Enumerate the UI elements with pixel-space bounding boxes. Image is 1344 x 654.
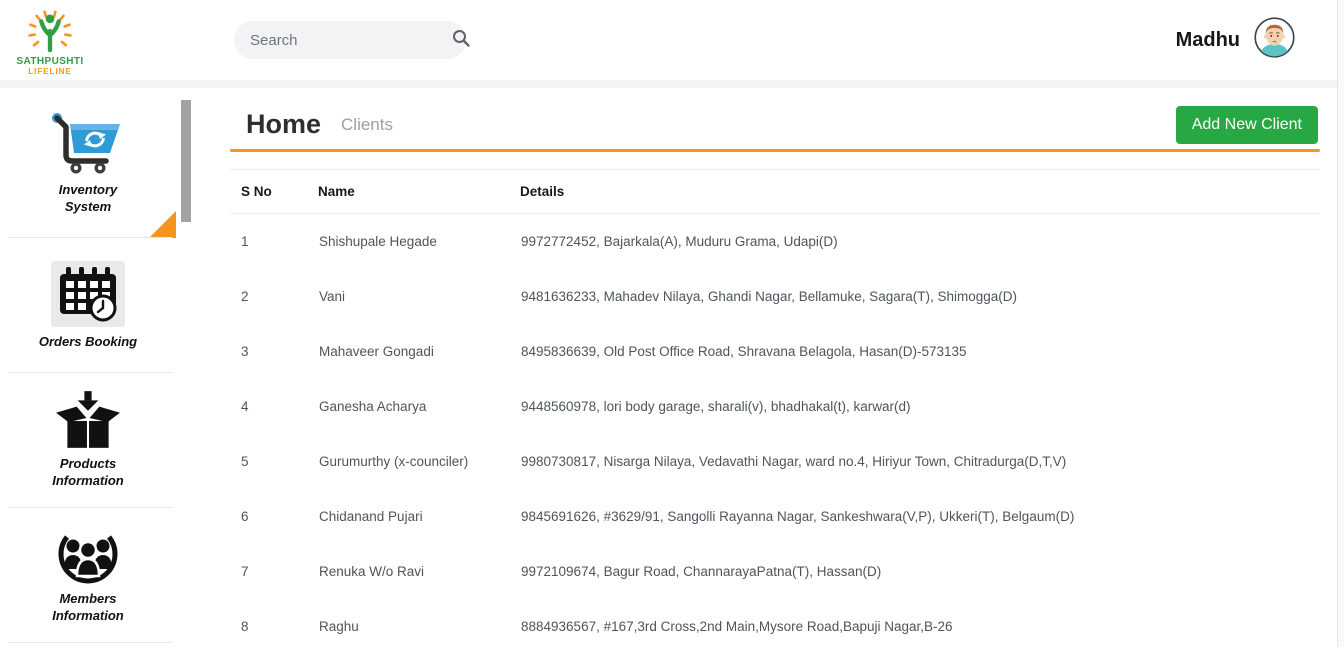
cell-details: 9980730817, Nisarga Nilaya, Vedavathi Na…	[520, 434, 1320, 489]
search-icon[interactable]	[451, 28, 471, 53]
cell-name: Vani	[318, 269, 520, 324]
cell-details: 9972772452, Bajarkala(A), Muduru Grama, …	[520, 214, 1320, 269]
cell-sno: 2	[230, 269, 318, 324]
page: SATHPUSHTI LIFELINE Madhu	[0, 0, 1344, 647]
cell-sno: 5	[230, 434, 318, 489]
add-new-client-button[interactable]: Add New Client	[1176, 106, 1318, 144]
cell-name: Raghu	[318, 599, 520, 654]
clients-table: S NoNameDetails 1Shishupale Hegade997277…	[230, 169, 1320, 654]
search-bar[interactable]	[234, 21, 466, 59]
sidebar: Inventory System	[0, 88, 176, 647]
sidebar-scrollbar-thumb[interactable]	[181, 100, 191, 222]
main-content: Home Clients Add New Client S NoNameDeta…	[230, 88, 1320, 647]
breadcrumb-clients: Clients	[341, 115, 393, 135]
cell-details: 8884936567, #167,3rd Cross,2nd Main,Myso…	[520, 599, 1320, 654]
cell-details: 9448560978, lori body garage, sharali(v)…	[520, 379, 1320, 434]
table-row[interactable]: 6Chidanand Pujari9845691626, #3629/91, S…	[230, 489, 1320, 544]
inventory-cart-icon	[49, 111, 127, 175]
logo-subtitle: LIFELINE	[28, 67, 72, 76]
cell-name: Mahaveer Gongadi	[318, 324, 520, 379]
sidebar-item-members-information[interactable]: Members Information	[0, 508, 176, 643]
cell-details: 9972109674, Bagur Road, ChannarayaPatna(…	[520, 544, 1320, 599]
products-box-icon	[55, 391, 121, 449]
page-scrollbar[interactable]	[1337, 0, 1344, 647]
cell-name: Chidanand Pujari	[318, 489, 520, 544]
clients-table-body: 1Shishupale Hegade9972772452, Bajarkala(…	[230, 214, 1320, 654]
cell-details: 9845691626, #3629/91, Sangolli Rayanna N…	[520, 489, 1320, 544]
cell-sno: 3	[230, 324, 318, 379]
topbar-divider	[0, 80, 1344, 88]
header-accent-line	[230, 149, 1320, 152]
orders-calendar-icon	[51, 261, 125, 327]
members-group-icon	[55, 526, 121, 584]
table-row[interactable]: 5Gurumurthy (x-counciler)9980730817, Nis…	[230, 434, 1320, 489]
table-row[interactable]: 4Ganesha Acharya9448560978, lori body ga…	[230, 379, 1320, 434]
table-row[interactable]: 3Mahaveer Gongadi8495836639, Old Post Of…	[230, 324, 1320, 379]
cell-name: Ganesha Acharya	[318, 379, 520, 434]
sidebar-item-label: Members Information	[36, 591, 140, 625]
logo-title: SATHPUSHTI	[16, 56, 83, 67]
cell-name: Renuka W/o Ravi	[318, 544, 520, 599]
cell-details: 8495836639, Old Post Office Road, Shrava…	[520, 324, 1320, 379]
table-row[interactable]: 7Renuka W/o Ravi9972109674, Bagur Road, …	[230, 544, 1320, 599]
sidebar-item-inventory-system[interactable]: Inventory System	[0, 88, 176, 238]
search-input[interactable]	[248, 31, 451, 50]
sidebar-item-label: Products Information	[36, 456, 140, 490]
page-title: Home	[246, 109, 321, 140]
cell-name: Shishupale Hegade	[318, 214, 520, 269]
cell-details: 9481636233, Mahadev Nilaya, Ghandi Nagar…	[520, 269, 1320, 324]
user-name: Madhu	[1176, 29, 1240, 52]
table-row[interactable]: 2Vani9481636233, Mahadev Nilaya, Ghandi …	[230, 269, 1320, 324]
column-header-details: Details	[520, 170, 1320, 214]
table-row[interactable]: 1Shishupale Hegade9972772452, Bajarkala(…	[230, 214, 1320, 269]
topbar: SATHPUSHTI LIFELINE Madhu	[0, 0, 1344, 80]
sidebar-item-label: Orders Booking	[36, 334, 140, 351]
table-row[interactable]: 8Raghu8884936567, #167,3rd Cross,2nd Mai…	[230, 599, 1320, 654]
cell-sno: 6	[230, 489, 318, 544]
app-logo: SATHPUSHTI LIFELINE	[0, 5, 100, 76]
cell-sno: 4	[230, 379, 318, 434]
column-header-name: Name	[318, 170, 520, 214]
user-menu[interactable]: Madhu	[1176, 17, 1295, 63]
cell-sno: 8	[230, 599, 318, 654]
sidebar-item-orders-booking[interactable]: Orders Booking	[0, 238, 176, 373]
clients-table-head-row: S NoNameDetails	[230, 170, 1320, 214]
sidebar-item-label: Inventory System	[36, 182, 140, 216]
cell-sno: 1	[230, 214, 318, 269]
user-avatar[interactable]	[1254, 17, 1295, 63]
logo-figure-icon	[24, 9, 76, 58]
cell-name: Gurumurthy (x-counciler)	[318, 434, 520, 489]
cell-sno: 7	[230, 544, 318, 599]
sidebar-item-products-information[interactable]: Products Information	[0, 373, 176, 508]
column-header-s-no: S No	[230, 170, 318, 214]
